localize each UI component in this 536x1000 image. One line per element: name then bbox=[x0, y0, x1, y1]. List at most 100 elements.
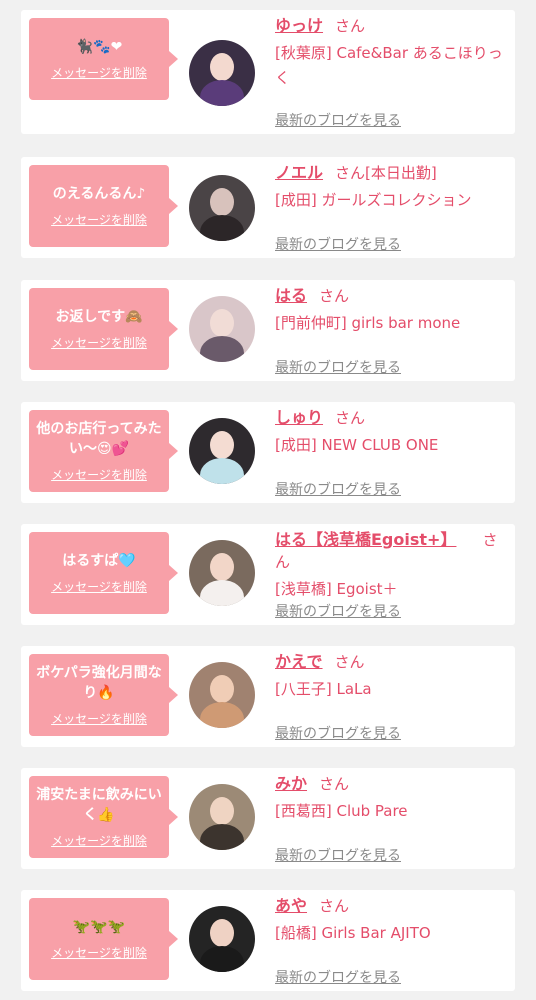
message-bubble: 他のお店行ってみたい〜😍💕 メッセージを削除 bbox=[29, 410, 178, 492]
avatar-face bbox=[210, 309, 234, 337]
cast-name-link[interactable]: かえで bbox=[275, 652, 323, 671]
avatar-face bbox=[210, 797, 234, 825]
message-list: 🐈‍⬛🐾❤ メッセージを削除 ゆっけ さん [秋葉原] Cafe&Bar あるこほ… bbox=[0, 0, 536, 1000]
delete-message-link[interactable]: メッセージを削除 bbox=[51, 334, 147, 351]
delete-message-link[interactable]: メッセージを削除 bbox=[51, 64, 147, 81]
shop-name: [門前仲町] girls bar mone bbox=[275, 314, 461, 332]
avatar-face bbox=[210, 53, 234, 81]
message-text: 浦安たまに飲みにいく👍 bbox=[36, 787, 162, 823]
cast-name-link[interactable]: ゆっけ bbox=[275, 16, 323, 35]
message-text: ボケパラ強化月間なり🔥 bbox=[36, 665, 162, 701]
name-line: あや さん bbox=[275, 895, 507, 917]
name-line: はる【浅草橋Egoist+】 さん bbox=[275, 529, 507, 573]
status-label: [本日出勤] bbox=[365, 164, 437, 182]
name-line: はる さん bbox=[275, 285, 507, 307]
message-card: はるすぱ🩵 メッセージを削除 はる【浅草橋Egoist+】 さん [浅草橋] Eg… bbox=[21, 524, 515, 625]
cast-name-link[interactable]: はる bbox=[275, 286, 307, 305]
cast-info: はる さん [門前仲町] girls bar mone 最新のブログを見る bbox=[275, 285, 507, 376]
cast-info: ノエル さん[本日出勤] [成田] ガールズコレクション 最新のブログを見る bbox=[275, 162, 507, 253]
avatar[interactable] bbox=[189, 418, 255, 484]
cast-name-link[interactable]: あや bbox=[275, 896, 307, 915]
cast-info: かえで さん [八王子] LaLa 最新のブログを見る bbox=[275, 651, 507, 742]
avatar-body bbox=[200, 702, 244, 728]
cast-name-link[interactable]: しゅり bbox=[275, 408, 323, 427]
delete-message-link[interactable]: メッセージを削除 bbox=[51, 211, 147, 228]
avatar[interactable] bbox=[189, 540, 255, 606]
delete-message-link[interactable]: メッセージを削除 bbox=[51, 944, 147, 961]
avatar-body bbox=[200, 458, 244, 484]
message-card: 他のお店行ってみたい〜😍💕 メッセージを削除 しゅり さん [成田] NEW CL… bbox=[21, 402, 515, 503]
name-line: ゆっけ さん bbox=[275, 15, 507, 37]
avatar-body bbox=[200, 80, 244, 106]
cast-name-link[interactable]: みか bbox=[275, 774, 307, 793]
delete-message-link[interactable]: メッセージを削除 bbox=[51, 710, 147, 727]
avatar-face bbox=[210, 431, 234, 459]
avatar-body bbox=[200, 580, 244, 606]
cast-info: みか さん [西葛西] Club Pare 最新のブログを見る bbox=[275, 773, 507, 864]
message-text: お返しです🙈 bbox=[55, 309, 143, 325]
cast-info: あや さん [船橋] Girls Bar AJITO 最新のブログを見る bbox=[275, 895, 507, 986]
cast-name-link[interactable]: はる【浅草橋Egoist+】 bbox=[275, 530, 456, 549]
avatar[interactable] bbox=[189, 906, 255, 972]
honorific: さん bbox=[319, 287, 350, 305]
avatar-body bbox=[200, 215, 244, 241]
avatar-face bbox=[210, 553, 234, 581]
message-text: のえるんるん♪ bbox=[52, 186, 146, 202]
latest-blog-link[interactable]: 最新のブログを見る bbox=[275, 479, 401, 499]
avatar-face bbox=[210, 675, 234, 703]
message-bubble: のえるんるん♪ メッセージを削除 bbox=[29, 165, 178, 247]
latest-blog-link[interactable]: 最新のブログを見る bbox=[275, 601, 401, 621]
shop-name: [浅草橋] Egoist＋ bbox=[275, 580, 398, 598]
latest-blog-link[interactable]: 最新のブログを見る bbox=[275, 723, 401, 743]
honorific: さん bbox=[335, 409, 366, 427]
shop-name: [成田] ガールズコレクション bbox=[275, 191, 472, 209]
honorific: さん bbox=[319, 897, 350, 915]
message-bubble: お返しです🙈 メッセージを削除 bbox=[29, 288, 178, 370]
avatar-face bbox=[210, 188, 234, 216]
shop-name: [西葛西] Club Pare bbox=[275, 802, 408, 820]
avatar[interactable] bbox=[189, 175, 255, 241]
message-card: のえるんるん♪ メッセージを削除 ノエル さん[本日出勤] [成田] ガールズコレ… bbox=[21, 157, 515, 258]
message-bubble: 🦖🦖🦖 メッセージを削除 bbox=[29, 898, 178, 980]
shop-name: [八王子] LaLa bbox=[275, 680, 372, 698]
avatar-body bbox=[200, 824, 244, 850]
avatar[interactable] bbox=[189, 662, 255, 728]
message-text: 🦖🦖🦖 bbox=[72, 919, 126, 935]
avatar-body bbox=[200, 946, 244, 972]
message-bubble: 🐈‍⬛🐾❤ メッセージを削除 bbox=[29, 18, 178, 100]
honorific: さん bbox=[335, 17, 366, 35]
message-bubble: はるすぱ🩵 メッセージを削除 bbox=[29, 532, 178, 614]
message-card: 🦖🦖🦖 メッセージを削除 あや さん [船橋] Girls Bar AJITO 最… bbox=[21, 890, 515, 991]
message-text: 🐈‍⬛🐾❤ bbox=[75, 39, 123, 55]
message-card: 🐈‍⬛🐾❤ メッセージを削除 ゆっけ さん [秋葉原] Cafe&Bar あるこほ… bbox=[21, 10, 515, 134]
avatar[interactable] bbox=[189, 296, 255, 362]
message-text: 他のお店行ってみたい〜😍💕 bbox=[36, 421, 162, 457]
avatar[interactable] bbox=[189, 40, 255, 106]
message-bubble: 浦安たまに飲みにいく👍 メッセージを削除 bbox=[29, 776, 178, 858]
honorific: さん bbox=[335, 164, 366, 182]
shop-name: [秋葉原] Cafe&Bar あるこほりっく bbox=[275, 44, 503, 87]
message-card: ボケパラ強化月間なり🔥 メッセージを削除 かえで さん [八王子] LaLa 最新… bbox=[21, 646, 515, 747]
latest-blog-link[interactable]: 最新のブログを見る bbox=[275, 234, 401, 254]
name-line: しゅり さん bbox=[275, 407, 507, 429]
latest-blog-link[interactable]: 最新のブログを見る bbox=[275, 110, 401, 130]
message-text: はるすぱ🩵 bbox=[62, 553, 136, 569]
cast-info: ゆっけ さん [秋葉原] Cafe&Bar あるこほりっく 最新のブログを見る bbox=[275, 15, 507, 129]
delete-message-link[interactable]: メッセージを削除 bbox=[51, 466, 147, 483]
avatar-face bbox=[210, 919, 234, 947]
delete-message-link[interactable]: メッセージを削除 bbox=[51, 832, 147, 849]
message-bubble: ボケパラ強化月間なり🔥 メッセージを削除 bbox=[29, 654, 178, 736]
shop-name: [成田] NEW CLUB ONE bbox=[275, 436, 439, 454]
latest-blog-link[interactable]: 最新のブログを見る bbox=[275, 845, 401, 865]
name-line: みか さん bbox=[275, 773, 507, 795]
latest-blog-link[interactable]: 最新のブログを見る bbox=[275, 357, 401, 377]
avatar[interactable] bbox=[189, 784, 255, 850]
cast-name-link[interactable]: ノエル bbox=[275, 163, 323, 182]
message-card: お返しです🙈 メッセージを削除 はる さん [門前仲町] girls bar mo… bbox=[21, 280, 515, 381]
honorific: さん bbox=[334, 653, 365, 671]
avatar-body bbox=[200, 336, 244, 362]
latest-blog-link[interactable]: 最新のブログを見る bbox=[275, 967, 401, 987]
delete-message-link[interactable]: メッセージを削除 bbox=[51, 578, 147, 595]
name-line: ノエル さん[本日出勤] bbox=[275, 162, 507, 184]
shop-name: [船橋] Girls Bar AJITO bbox=[275, 924, 431, 942]
